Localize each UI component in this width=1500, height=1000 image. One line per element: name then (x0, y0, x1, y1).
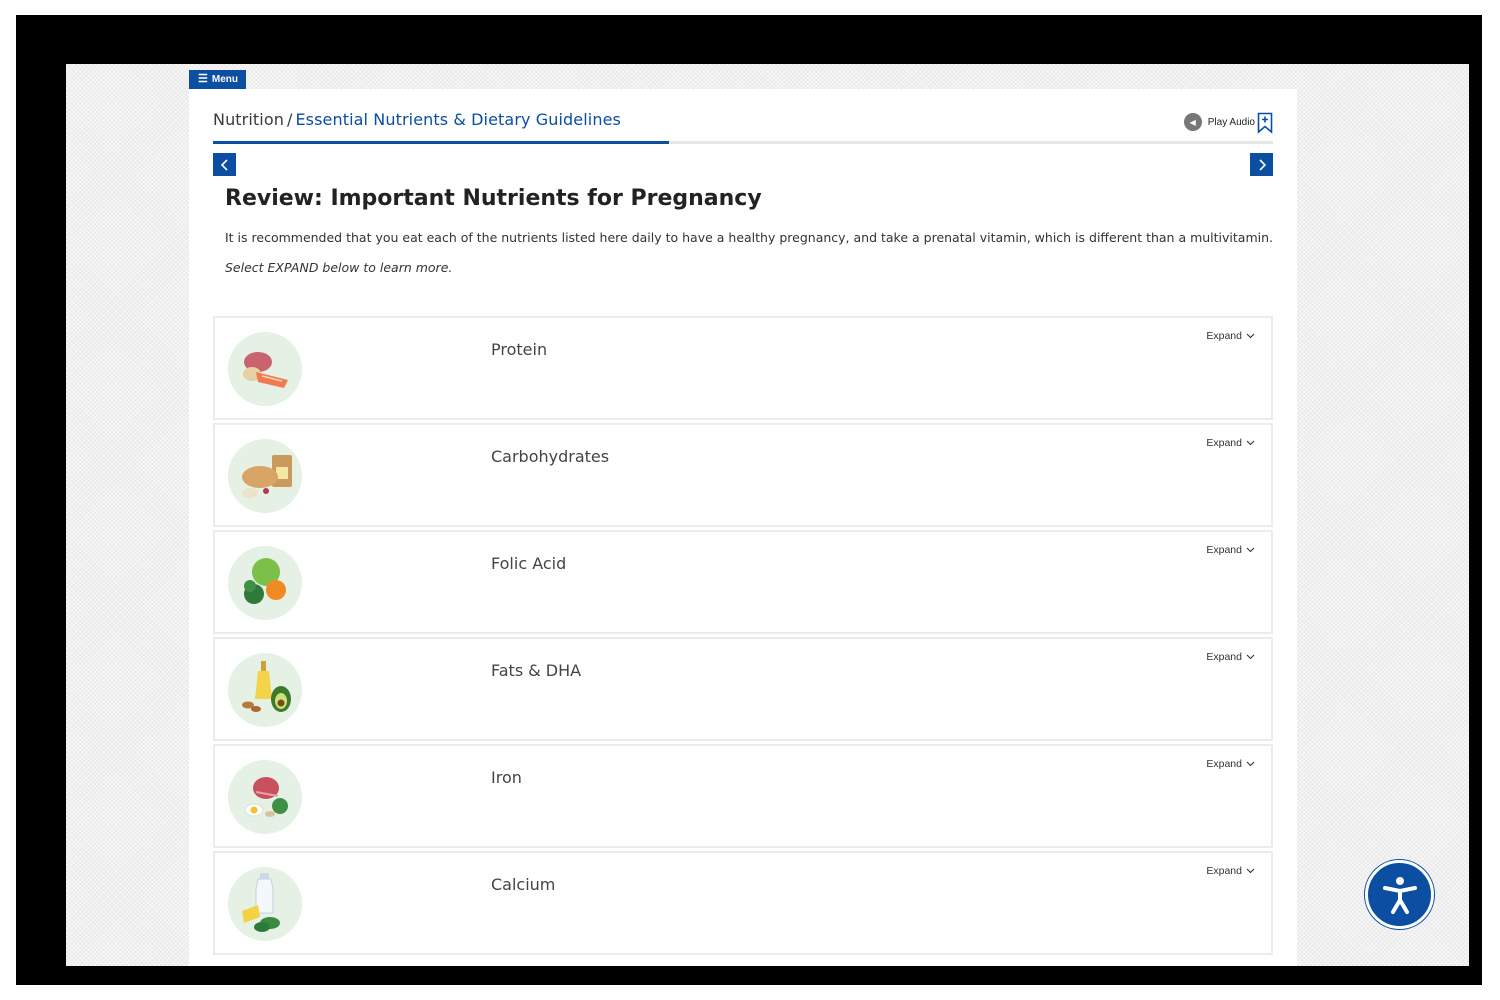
expand-button[interactable]: Expand (1206, 437, 1255, 449)
chevron-down-icon (1246, 761, 1255, 767)
breadcrumb-parent[interactable]: Nutrition (213, 110, 284, 129)
accordion-item-label: Protein (491, 340, 548, 359)
expand-button[interactable]: Expand (1206, 758, 1255, 770)
play-audio-button[interactable]: ◀ Play Audio (1183, 113, 1255, 131)
expand-label: Expand (1206, 330, 1242, 342)
hamburger-icon: ☰ (198, 73, 208, 85)
accordion-item-label: Carbohydrates (491, 447, 610, 466)
chevron-down-icon (1246, 333, 1255, 339)
expand-label: Expand (1206, 758, 1242, 770)
menu-label: Menu (211, 74, 238, 85)
expand-label: Expand (1206, 865, 1242, 877)
breadcrumb-current: Essential Nutrients & Dietary Guidelines (295, 110, 621, 129)
progress-fill (213, 141, 669, 144)
breadcrumb-separator: / (286, 110, 293, 129)
fats-dha-foods-icon (228, 653, 302, 727)
folic-acid-foods-icon (228, 546, 302, 620)
speaker-icon: ◀ (1183, 113, 1202, 131)
expand-button[interactable]: Expand (1206, 330, 1255, 342)
expand-button[interactable]: Expand (1206, 651, 1255, 663)
bookmark-icon[interactable] (1257, 112, 1273, 134)
carbohydrates-foods-icon (228, 439, 302, 513)
accordion-item-label: Calcium (491, 875, 556, 894)
chevron-down-icon (1246, 654, 1255, 660)
calcium-foods-icon (228, 867, 302, 941)
expand-button[interactable]: Expand (1206, 865, 1255, 877)
accordion-item-iron[interactable]: Iron Expand (213, 744, 1273, 848)
accessibility-icon (1382, 876, 1417, 914)
content-panel: Nutrition / Essential Nutrients & Dietary … (189, 89, 1297, 966)
screen: ☰ Menu Nutrition / Essential Nutrients & D… (66, 64, 1469, 966)
chevron-down-icon (1246, 547, 1255, 553)
chevron-right-icon (1258, 158, 1266, 171)
nutrient-accordion: Protein Expand Carbohydrates Expand Foli… (213, 316, 1273, 958)
intro-text: It is recommended that you eat each of t… (225, 230, 1274, 245)
accordion-item-calcium[interactable]: Calcium Expand (213, 851, 1273, 955)
protein-foods-icon (228, 332, 302, 406)
expand-label: Expand (1206, 544, 1242, 556)
accessibility-button[interactable] (1365, 860, 1434, 929)
progress-track (213, 141, 1273, 144)
accordion-item-label: Iron (491, 768, 522, 787)
menu-button[interactable]: ☰ Menu (189, 70, 246, 89)
accordion-item-carbohydrates[interactable]: Carbohydrates Expand (213, 423, 1273, 527)
accordion-item-folic-acid[interactable]: Folic Acid Expand (213, 530, 1273, 634)
next-page-button[interactable] (1250, 153, 1273, 176)
play-audio-label: Play Audio (1207, 116, 1255, 128)
breadcrumb: Nutrition / Essential Nutrients & Dietary … (213, 110, 621, 129)
previous-page-button[interactable] (213, 153, 236, 176)
chevron-left-icon (220, 158, 228, 171)
chevron-down-icon (1246, 868, 1255, 874)
expand-label: Expand (1206, 651, 1242, 663)
page-title: Review: Important Nutrients for Pregnanc… (225, 186, 762, 211)
chevron-down-icon (1246, 440, 1255, 446)
accordion-item-fats-dha[interactable]: Fats & DHA Expand (213, 637, 1273, 741)
accordion-item-protein[interactable]: Protein Expand (213, 316, 1273, 420)
expand-label: Expand (1206, 437, 1242, 449)
accordion-item-label: Fats & DHA (491, 661, 582, 680)
expand-button[interactable]: Expand (1206, 544, 1255, 556)
iron-foods-icon (228, 760, 302, 834)
monitor-frame: ☰ Menu Nutrition / Essential Nutrients & D… (16, 15, 1482, 985)
expand-hint: Select EXPAND below to learn more. (225, 260, 453, 275)
accordion-item-label: Folic Acid (491, 554, 567, 573)
